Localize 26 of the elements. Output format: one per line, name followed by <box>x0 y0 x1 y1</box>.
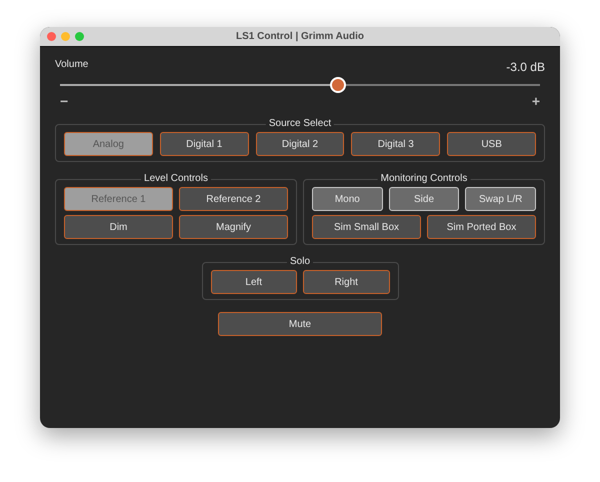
toggle-button[interactable]: USB <box>447 132 536 156</box>
volume-reading: -3.0 dB <box>506 60 545 76</box>
volume-slider[interactable] <box>60 77 540 93</box>
toggle-button[interactable]: Reference 2 <box>179 187 288 211</box>
minimize-button[interactable] <box>61 32 70 41</box>
toggle-button[interactable]: Sim Small Box <box>312 215 421 239</box>
minus-label: − <box>60 94 68 108</box>
toggle-button[interactable]: Side <box>388 187 460 211</box>
toggle-button[interactable]: Digital 2 <box>256 132 344 156</box>
toggle-button[interactable]: Sim Ported Box <box>426 215 536 239</box>
volume-label: Volume <box>55 59 88 72</box>
plus-label: + <box>532 94 540 108</box>
toggle-button[interactable]: Digital 1 <box>160 132 249 156</box>
slider-thumb[interactable] <box>330 77 346 93</box>
toggle-button[interactable]: Right <box>303 270 390 294</box>
window-title: LS1 Control | Grimm Audio <box>236 31 364 42</box>
toggle-button[interactable]: Left <box>210 270 297 294</box>
group-title: Monitoring Controls <box>378 173 470 185</box>
toggle-button[interactable]: Mute <box>218 312 382 336</box>
toggle-button[interactable]: Digital 3 <box>351 132 440 156</box>
zoom-button[interactable] <box>75 32 84 41</box>
toggle-button[interactable]: Magnify <box>179 215 288 239</box>
toggle-button[interactable]: Dim <box>64 215 173 239</box>
close-button[interactable] <box>47 32 56 41</box>
toggle-button[interactable]: Mono <box>312 187 383 211</box>
toggle-button[interactable]: Swap L/R <box>465 187 536 211</box>
